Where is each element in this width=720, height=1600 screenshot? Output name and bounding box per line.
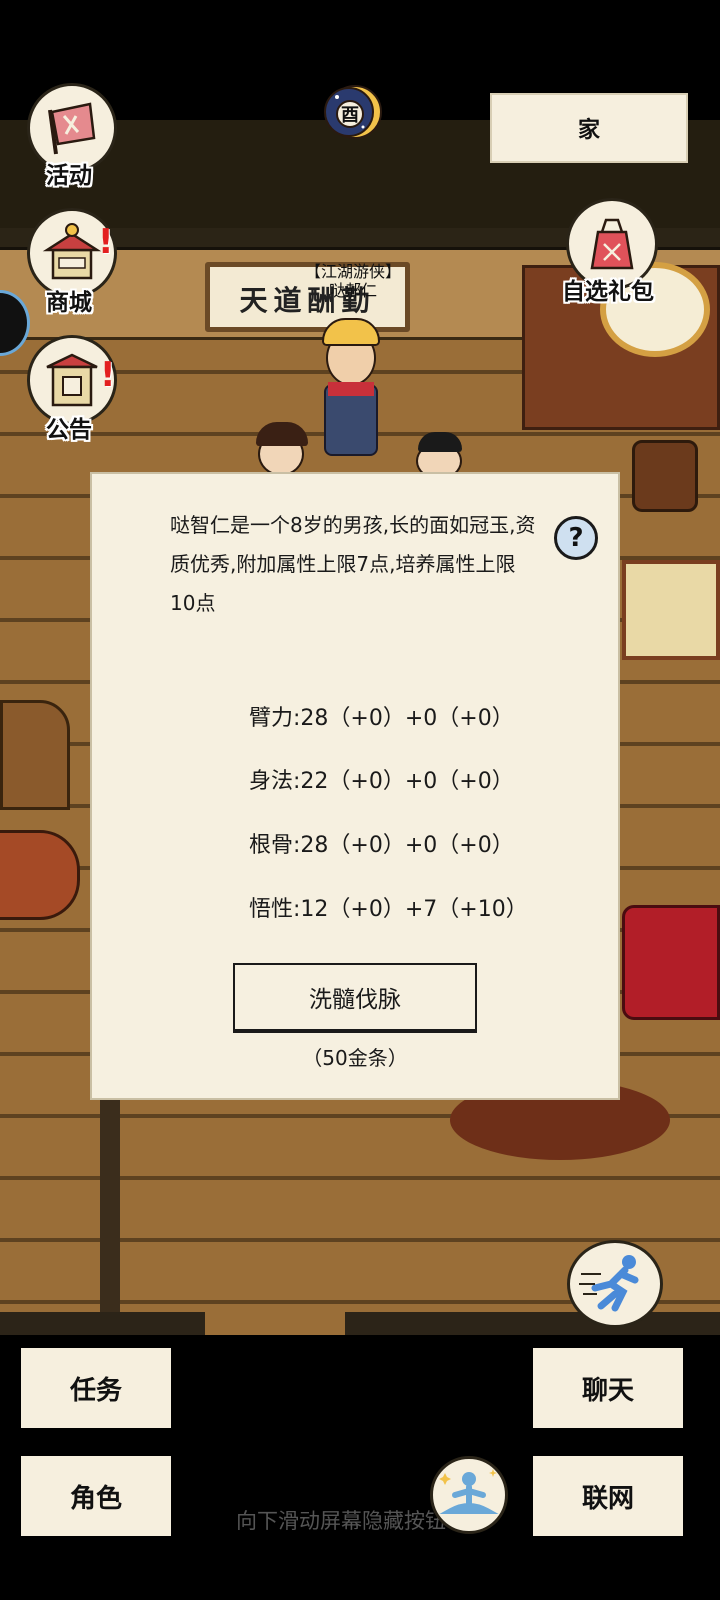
stat-agility: 身法:22（+0）+0（+0） xyxy=(249,769,514,794)
swipe-hint: 向下滑动屏幕隐藏按钮 xyxy=(236,1509,446,1533)
gift-pack-label: 自选礼包 xyxy=(562,279,654,305)
tasks-button[interactable]: 任务 xyxy=(21,1348,171,1428)
running-figure-icon xyxy=(579,1255,639,1312)
help-button[interactable]: ? xyxy=(554,516,598,560)
reforge-cost: （50金条） xyxy=(302,1046,408,1070)
activity-label: 活动 xyxy=(46,163,92,189)
run-button[interactable] xyxy=(567,1240,663,1328)
barrel xyxy=(632,440,698,512)
notice-alert-badge: ! xyxy=(100,355,116,395)
boy-hair xyxy=(418,432,462,452)
chair xyxy=(0,700,70,810)
time-label: 酉 xyxy=(341,105,359,126)
npc-hair xyxy=(322,318,380,346)
notice-label: 公告 xyxy=(46,417,92,443)
character-button[interactable]: 角色 xyxy=(21,1456,171,1536)
network-button[interactable]: 联网 xyxy=(533,1456,683,1536)
help-icon: ? xyxy=(568,523,584,553)
npc-scarf xyxy=(328,382,374,396)
home-button[interactable]: 家 xyxy=(490,93,688,163)
time-indicator[interactable]: 酉 xyxy=(323,83,383,141)
red-sofa xyxy=(622,905,720,1020)
notice-board-icon xyxy=(46,353,98,407)
shop-stall-icon xyxy=(42,223,102,280)
shop-alert-badge: ! xyxy=(98,222,114,262)
character-description: 哒智仁是一个8岁的男孩,长的面如冠玉,资质优秀,附加属性上限7点,培养属性上限1… xyxy=(170,513,536,615)
npc-character[interactable] xyxy=(318,318,384,473)
stat-constitution: 根骨:28（+0）+0（+0） xyxy=(249,833,514,858)
painted-screen xyxy=(622,560,720,660)
meditate-button[interactable] xyxy=(430,1456,508,1534)
npc-name-tag[interactable]: 【江湖游侠】 哒郝仁 xyxy=(292,262,414,300)
gift-bag-icon xyxy=(590,218,634,270)
side-table xyxy=(0,830,80,920)
wooden-pillar xyxy=(100,1095,120,1335)
npc-title: 【江湖游侠】 xyxy=(304,262,401,281)
chat-button[interactable]: 聊天 xyxy=(533,1348,683,1428)
shop-label: 商城 xyxy=(46,290,92,316)
npc-name: 哒郝仁 xyxy=(328,281,377,300)
character-info-dialog: 哒智仁是一个8岁的男孩,长的面如冠玉,资质优秀,附加属性上限7点,培养属性上限1… xyxy=(90,472,620,1100)
npc-girl[interactable] xyxy=(252,420,312,476)
girl-hair xyxy=(256,422,308,446)
reforge-button[interactable]: 洗髓伐脉 xyxy=(233,963,477,1033)
npc-boy[interactable] xyxy=(410,432,470,480)
stat-comprehension: 悟性:12（+0）+7（+10） xyxy=(249,897,528,922)
stat-strength: 臂力:28（+0）+0（+0） xyxy=(249,706,514,731)
meditation-icon xyxy=(439,1469,499,1514)
flag-scroll-icon xyxy=(48,102,96,155)
